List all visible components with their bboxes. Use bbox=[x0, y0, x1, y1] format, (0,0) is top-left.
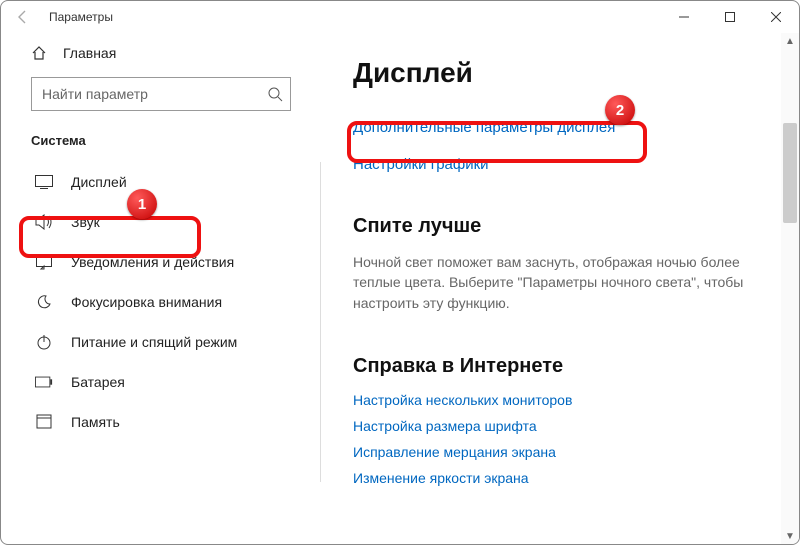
window-title: Параметры bbox=[49, 10, 113, 24]
sidebar-item-notifications[interactable]: Уведомления и действия bbox=[1, 242, 320, 282]
sidebar-item-battery[interactable]: Батарея bbox=[1, 362, 320, 402]
help-link-brightness[interactable]: Изменение яркости экрана bbox=[353, 470, 757, 486]
sleep-better-heading: Спите лучше bbox=[353, 215, 757, 238]
maximize-button[interactable] bbox=[707, 1, 753, 33]
advanced-display-settings-link[interactable]: Дополнительные параметры дисплея bbox=[353, 119, 757, 136]
home-label: Главная bbox=[63, 45, 116, 61]
scroll-thumb[interactable] bbox=[783, 123, 797, 223]
sidebar: Главная Система Дисплей Звук bbox=[1, 33, 321, 544]
page-title: Дисплей bbox=[353, 57, 757, 89]
help-link-multi-monitor[interactable]: Настройка нескольких мониторов bbox=[353, 392, 757, 408]
back-button[interactable] bbox=[9, 3, 37, 31]
content: Дисплей Дополнительные параметры дисплея… bbox=[321, 33, 781, 544]
help-heading: Справка в Интернете bbox=[353, 355, 757, 378]
home-icon bbox=[31, 45, 47, 61]
battery-icon bbox=[35, 376, 53, 388]
sidebar-item-focus[interactable]: Фокусировка внимания bbox=[1, 282, 320, 322]
nav-list: Дисплей Звук Уведомления и действия Фоку… bbox=[1, 162, 321, 482]
sleep-better-description: Ночной свет поможет вам заснуть, отображ… bbox=[353, 252, 753, 313]
storage-icon bbox=[35, 414, 53, 430]
sound-icon bbox=[35, 214, 53, 230]
help-link-font-size[interactable]: Настройка размера шрифта bbox=[353, 418, 757, 434]
sidebar-item-label: Фокусировка внимания bbox=[71, 294, 222, 310]
sidebar-item-label: Уведомления и действия bbox=[71, 254, 234, 270]
display-icon bbox=[35, 175, 53, 189]
sidebar-item-power[interactable]: Питание и спящий режим bbox=[1, 322, 320, 362]
main-area: Дисплей Дополнительные параметры дисплея… bbox=[321, 33, 799, 544]
notifications-icon bbox=[35, 254, 53, 270]
focus-icon bbox=[35, 294, 53, 310]
sidebar-item-label: Питание и спящий режим bbox=[71, 334, 237, 350]
titlebar: Параметры bbox=[1, 1, 799, 33]
window-controls bbox=[661, 1, 799, 33]
help-link-flicker[interactable]: Исправление мерцания экрана bbox=[353, 444, 757, 460]
scrollbar[interactable]: ▲ ▼ bbox=[781, 33, 799, 544]
power-icon bbox=[35, 334, 53, 350]
sidebar-item-label: Память bbox=[71, 414, 120, 430]
scroll-down-icon[interactable]: ▼ bbox=[781, 528, 799, 544]
scroll-up-icon[interactable]: ▲ bbox=[781, 33, 799, 49]
sidebar-item-label: Дисплей bbox=[71, 174, 127, 190]
sidebar-item-label: Звук bbox=[71, 214, 100, 230]
close-button[interactable] bbox=[753, 1, 799, 33]
minimize-button[interactable] bbox=[661, 1, 707, 33]
sidebar-item-storage[interactable]: Память bbox=[1, 402, 320, 442]
search-wrap bbox=[31, 77, 291, 111]
search-input[interactable] bbox=[31, 77, 291, 111]
section-label: Система bbox=[1, 123, 321, 162]
graphics-settings-link[interactable]: Настройки графики bbox=[353, 156, 757, 173]
sidebar-item-sound[interactable]: Звук bbox=[1, 202, 320, 242]
home-link[interactable]: Главная bbox=[1, 33, 321, 73]
sidebar-item-label: Батарея bbox=[71, 374, 125, 390]
help-links: Настройка нескольких мониторов Настройка… bbox=[353, 392, 757, 486]
settings-window: Параметры Главная Система bbox=[0, 0, 800, 545]
sidebar-item-display[interactable]: Дисплей bbox=[1, 162, 320, 202]
search-icon bbox=[267, 86, 283, 102]
